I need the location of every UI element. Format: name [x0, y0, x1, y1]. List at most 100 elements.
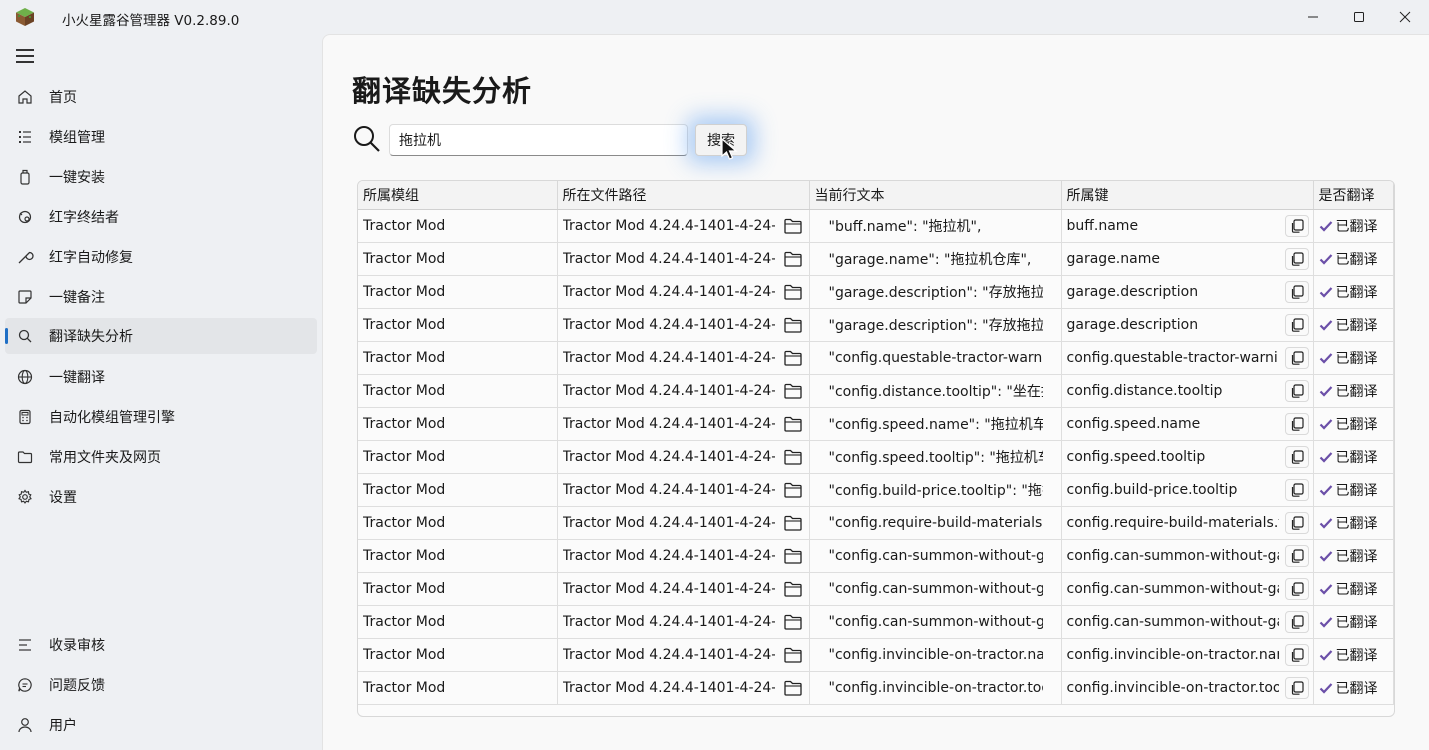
copy-key-button[interactable] — [1284, 676, 1309, 699]
hamburger-menu-icon[interactable] — [16, 49, 34, 63]
window-title: 小火星露谷管理器 V0.2.89.0 — [62, 13, 240, 29]
table-row[interactable]: Tractor Mod Tractor Mod 4.24.4-1401-4-24-… — [358, 539, 1394, 573]
column-header-translated[interactable]: 是否翻译 — [1313, 181, 1394, 210]
open-folder-button[interactable] — [781, 248, 805, 270]
table-row[interactable]: Tractor Mod Tractor Mod 4.24.4-1401-4-24-… — [358, 506, 1394, 540]
cell-mod-text: Tractor Mod — [363, 316, 446, 333]
sidebar-item-red-text-terminator[interactable]: 红字终结者 — [5, 199, 317, 235]
cell-key: garage.name — [1061, 242, 1314, 276]
cell-line-text-value: "garage.description": "存放拖拉机的仓 — [828, 284, 1043, 301]
table-row[interactable]: Tractor Mod Tractor Mod 4.24.4-1401-4-24-… — [358, 209, 1394, 243]
column-header-text[interactable]: 当前行文本 — [809, 181, 1062, 210]
cell-status: 已翻译 — [1313, 473, 1394, 507]
sidebar-item-home[interactable]: 首页 — [5, 79, 317, 115]
cell-key-text: config.can-summon-without-gara — [1066, 547, 1279, 564]
cell-key: config.speed.name — [1061, 407, 1314, 441]
open-folder-button[interactable] — [781, 446, 805, 468]
sidebar-item-translation-analysis[interactable]: 翻译缺失分析 — [5, 318, 317, 354]
copy-key-button[interactable] — [1284, 280, 1309, 303]
home-icon — [18, 90, 32, 104]
mouse-cursor-icon — [721, 137, 738, 160]
copy-key-button[interactable] — [1284, 577, 1309, 600]
sidebar-item-one-click-translate[interactable]: 一键翻译 — [5, 359, 317, 395]
open-folder-button[interactable] — [781, 512, 805, 534]
cell-path-text: Tractor Mod 4.24.4-1401-4-24-4-1 — [562, 448, 775, 465]
sidebar-item-one-click-note[interactable]: 一键备注 — [5, 279, 317, 315]
close-button[interactable] — [1382, 0, 1428, 34]
sidebar-item-one-click-install[interactable]: 一键安装 — [5, 159, 317, 195]
sidebar-item-label: 红字终结者 — [49, 210, 119, 226]
sidebar-item-mod-manager[interactable]: 模组管理 — [5, 119, 317, 155]
open-folder-button[interactable] — [781, 380, 805, 402]
sidebar-item-review[interactable]: 收录审核 — [5, 627, 317, 663]
open-folder-button[interactable] — [781, 677, 805, 699]
open-folder-button[interactable] — [781, 413, 805, 435]
table-row[interactable]: Tractor Mod Tractor Mod 4.24.4-1401-4-24-… — [358, 605, 1394, 639]
open-folder-button[interactable] — [781, 215, 805, 237]
table-row[interactable]: Tractor Mod Tractor Mod 4.24.4-1401-4-24-… — [358, 407, 1394, 441]
maximize-button[interactable] — [1336, 0, 1382, 34]
table-row[interactable]: Tractor Mod Tractor Mod 4.24.4-1401-4-24-… — [358, 308, 1394, 342]
table-row[interactable]: Tractor Mod Tractor Mod 4.24.4-1401-4-24-… — [358, 440, 1394, 474]
cell-key: config.invincible-on-tractor.name — [1061, 638, 1314, 672]
cell-path-text: Tractor Mod 4.24.4-1401-4-24-4-1 — [562, 514, 775, 531]
table-row[interactable]: Tractor Mod Tractor Mod 4.24.4-1401-4-24-… — [358, 242, 1394, 276]
status-text: 已翻译 — [1335, 482, 1378, 499]
open-folder-button[interactable] — [781, 281, 805, 303]
copy-key-button[interactable] — [1284, 379, 1309, 402]
cell-line-text-value: "config.invincible-on-tractor.name": " — [828, 646, 1043, 663]
folder-icon — [783, 350, 802, 366]
copy-key-button[interactable] — [1284, 346, 1309, 369]
check-icon — [1319, 682, 1332, 694]
open-folder-button[interactable] — [781, 545, 805, 567]
column-header-path[interactable]: 所在文件路径 — [557, 181, 810, 210]
table-row[interactable]: Tractor Mod Tractor Mod 4.24.4-1401-4-24-… — [358, 473, 1394, 507]
open-folder-button[interactable] — [781, 314, 805, 336]
open-folder-button[interactable] — [781, 644, 805, 666]
copy-key-button[interactable] — [1284, 445, 1309, 468]
table-row[interactable]: Tractor Mod Tractor Mod 4.24.4-1401-4-24-… — [358, 638, 1394, 672]
cell-mod-text: Tractor Mod — [363, 547, 446, 564]
copy-key-button[interactable] — [1284, 214, 1309, 237]
open-folder-button[interactable] — [781, 479, 805, 501]
cell-mod: Tractor Mod — [358, 308, 558, 342]
cell-mod: Tractor Mod — [358, 209, 558, 243]
table-row[interactable]: Tractor Mod Tractor Mod 4.24.4-1401-4-24-… — [358, 374, 1394, 408]
column-header-mod[interactable]: 所属模组 — [358, 181, 558, 210]
copy-key-button[interactable] — [1284, 511, 1309, 534]
sidebar-item-red-text-auto-fix[interactable]: 红字自动修复 — [5, 239, 317, 275]
copy-key-button[interactable] — [1284, 412, 1309, 435]
minimize-button[interactable] — [1290, 0, 1336, 34]
sidebar-item-common-folders[interactable]: 常用文件夹及网页 — [5, 439, 317, 475]
open-folder-button[interactable] — [781, 611, 805, 633]
table-row[interactable]: Tractor Mod Tractor Mod 4.24.4-1401-4-24-… — [358, 275, 1394, 309]
sidebar-item-feedback[interactable]: 问题反馈 — [5, 667, 317, 703]
copy-key-button[interactable] — [1284, 610, 1309, 633]
cell-path-text: Tractor Mod 4.24.4-1401-4-24-4-1 — [562, 382, 775, 399]
table-row[interactable]: Tractor Mod Tractor Mod 4.24.4-1401-4-24-… — [358, 572, 1394, 606]
copy-key-button[interactable] — [1284, 313, 1309, 336]
cell-mod: Tractor Mod — [358, 374, 558, 408]
folder-icon — [783, 218, 802, 234]
open-folder-button[interactable] — [781, 347, 805, 369]
status-text: 已翻译 — [1335, 581, 1378, 598]
folder-icon — [17, 451, 33, 464]
sidebar-item-label: 一键安装 — [49, 170, 105, 186]
copy-key-button[interactable] — [1284, 247, 1309, 270]
search-input[interactable] — [389, 124, 688, 156]
copy-key-button[interactable] — [1284, 478, 1309, 501]
table-row[interactable]: Tractor Mod Tractor Mod 4.24.4-1401-4-24-… — [358, 671, 1394, 705]
column-header-key[interactable]: 所属键 — [1061, 181, 1314, 210]
globe-icon — [17, 369, 33, 385]
open-folder-button[interactable] — [781, 578, 805, 600]
copy-key-button[interactable] — [1284, 544, 1309, 567]
sidebar-item-automation-engine[interactable]: 自动化模组管理引擎 — [5, 399, 317, 435]
table-row[interactable]: Tractor Mod Tractor Mod 4.24.4-1401-4-24-… — [358, 341, 1394, 375]
sidebar-item-label: 用户 — [49, 718, 77, 734]
cell-path-text: Tractor Mod 4.24.4-1401-4-24-4-1 — [562, 646, 775, 663]
sidebar-item-settings[interactable]: 设置 — [5, 479, 317, 515]
status-text: 已翻译 — [1335, 515, 1378, 532]
copy-key-button[interactable] — [1284, 643, 1309, 666]
sidebar-item-user[interactable]: 用户 — [5, 707, 317, 743]
minimize-icon — [1308, 16, 1318, 18]
